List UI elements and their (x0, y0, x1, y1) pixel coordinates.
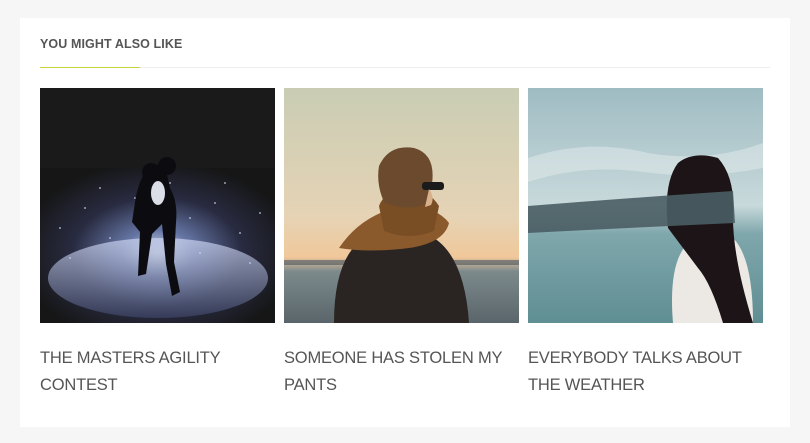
related-post-card: THE MASTERS AGILITY CONTEST (40, 88, 275, 399)
related-posts-list: THE MASTERS AGILITY CONTEST SOMEONE HAS … (40, 88, 763, 408)
post-thumbnail-link[interactable] (284, 88, 519, 323)
post-thumbnail-image (284, 88, 519, 323)
post-title-link[interactable]: SOMEONE HAS STOLEN MY PANTS (284, 345, 519, 399)
title-underline (40, 67, 140, 68)
post-title-link[interactable]: EVERYBODY TALKS ABOUT THE WEATHER (528, 345, 763, 399)
post-title-link[interactable]: THE MASTERS AGILITY CONTEST (40, 345, 275, 399)
post-thumbnail-image (528, 88, 763, 323)
related-posts-widget: YOU MIGHT ALSO LIKE THE MASTERS AGILITY … (20, 18, 790, 427)
post-thumbnail-link[interactable] (528, 88, 763, 323)
post-thumbnail-image (40, 88, 275, 323)
related-post-card: SOMEONE HAS STOLEN MY PANTS (284, 88, 519, 399)
widget-title: YOU MIGHT ALSO LIKE (40, 37, 183, 51)
post-thumbnail-link[interactable] (40, 88, 275, 323)
widget-header: YOU MIGHT ALSO LIKE (40, 18, 770, 68)
related-post-card: EVERYBODY TALKS ABOUT THE WEATHER (528, 88, 763, 399)
